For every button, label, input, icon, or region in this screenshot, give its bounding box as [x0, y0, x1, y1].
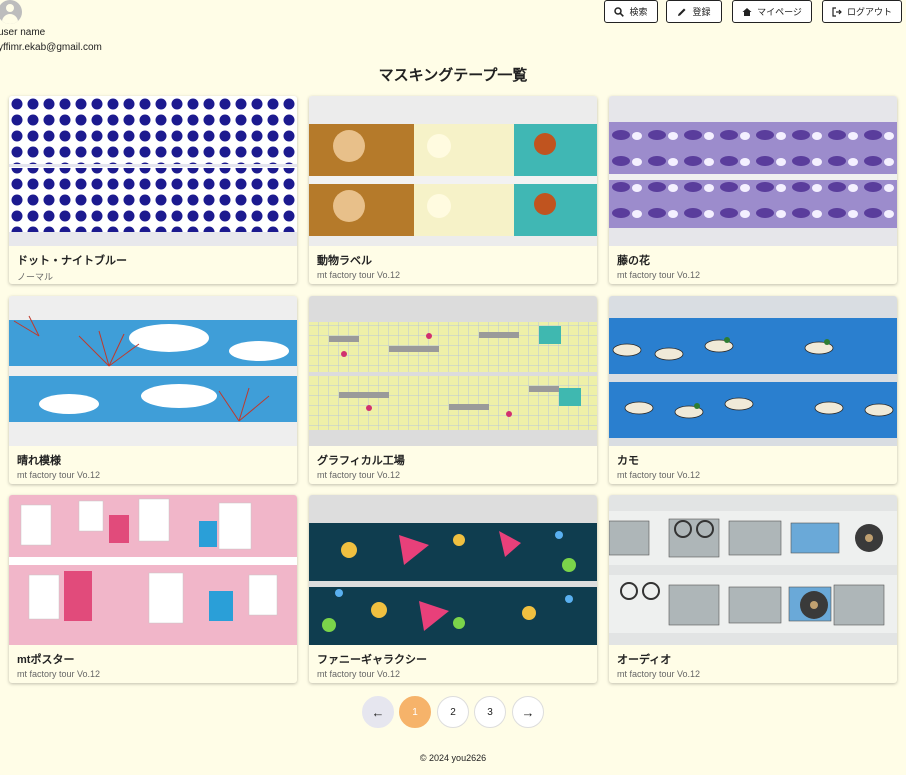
tape-image [609, 96, 897, 246]
tape-image [9, 96, 297, 246]
register-button[interactable]: 登録 [666, 0, 722, 23]
search-button[interactable]: 検索 [604, 0, 658, 23]
tape-card[interactable]: 動物ラベル mt factory tour Vo.12 [309, 96, 597, 284]
mypage-label: マイページ [757, 7, 802, 17]
tape-image [609, 495, 897, 645]
card-title: mtポスター [17, 654, 75, 666]
tape-image [609, 296, 897, 446]
register-label: 登録 [692, 7, 711, 17]
mypage-button[interactable]: マイページ [732, 0, 812, 23]
prev-page-button[interactable]: ← [362, 696, 394, 728]
tape-image [9, 296, 297, 446]
card-subtitle: mt factory tour Vo.12 [17, 470, 101, 480]
avatar[interactable] [0, 0, 22, 24]
card-title: ドット・ナイトブルー [17, 255, 127, 267]
next-page-button[interactable]: → [512, 696, 544, 728]
search-icon [614, 6, 625, 17]
card-subtitle: mt factory tour Vo.12 [17, 669, 101, 679]
home-icon [742, 7, 752, 16]
logout-button[interactable]: ログアウト [822, 0, 902, 23]
tape-image [309, 96, 597, 246]
page-button-2[interactable]: 2 [437, 696, 469, 728]
tape-card[interactable]: 藤の花 mt factory tour Vo.12 [609, 96, 897, 284]
page-button-1[interactable]: 1 [399, 696, 431, 728]
card-subtitle: ノーマル [17, 272, 54, 282]
card-title: グラフィカル工場 [317, 455, 405, 467]
card-subtitle: mt factory tour Vo.12 [617, 270, 701, 280]
tape-card[interactable]: オーディオ mt factory tour Vo.12 [609, 495, 897, 683]
card-title: 動物ラベル [317, 255, 372, 267]
search-label: 検索 [629, 7, 648, 17]
card-subtitle: mt factory tour Vo.12 [617, 669, 701, 679]
pencil-icon [678, 8, 686, 16]
user-email: yffimr.ekab@gmail.com [0, 42, 102, 53]
card-subtitle: mt factory tour Vo.12 [317, 470, 401, 480]
card-title: ファニーギャラクシー [317, 654, 427, 666]
page-title: マスキングテープ一覧 [378, 67, 528, 84]
logout-icon [832, 6, 842, 17]
tape-card[interactable]: グラフィカル工場 mt factory tour Vo.12 [309, 296, 597, 484]
tape-image [9, 495, 297, 645]
tape-image [309, 296, 597, 446]
copyright-footer: © 2024 you2626 [419, 753, 487, 763]
tape-card[interactable]: カモ mt factory tour Vo.12 [609, 296, 897, 484]
card-subtitle: mt factory tour Vo.12 [617, 470, 701, 480]
logout-label: ログアウト [846, 7, 892, 17]
card-title: オーディオ [617, 654, 672, 666]
tape-card[interactable]: ドット・ナイトブルー ノーマル [9, 96, 297, 284]
card-subtitle: mt factory tour Vo.12 [317, 669, 401, 679]
tape-card[interactable]: mtポスター mt factory tour Vo.12 [9, 495, 297, 683]
tape-card[interactable]: 晴れ模様 mt factory tour Vo.12 [9, 296, 297, 484]
card-subtitle: mt factory tour Vo.12 [317, 270, 401, 280]
page-button-3[interactable]: 3 [474, 696, 506, 728]
user-name: user name [0, 27, 46, 38]
tape-image [309, 495, 597, 645]
tape-card[interactable]: ファニーギャラクシー mt factory tour Vo.12 [309, 495, 597, 683]
card-title: 藤の花 [617, 255, 650, 267]
card-title: 晴れ模様 [17, 455, 61, 467]
card-title: カモ [617, 455, 639, 467]
